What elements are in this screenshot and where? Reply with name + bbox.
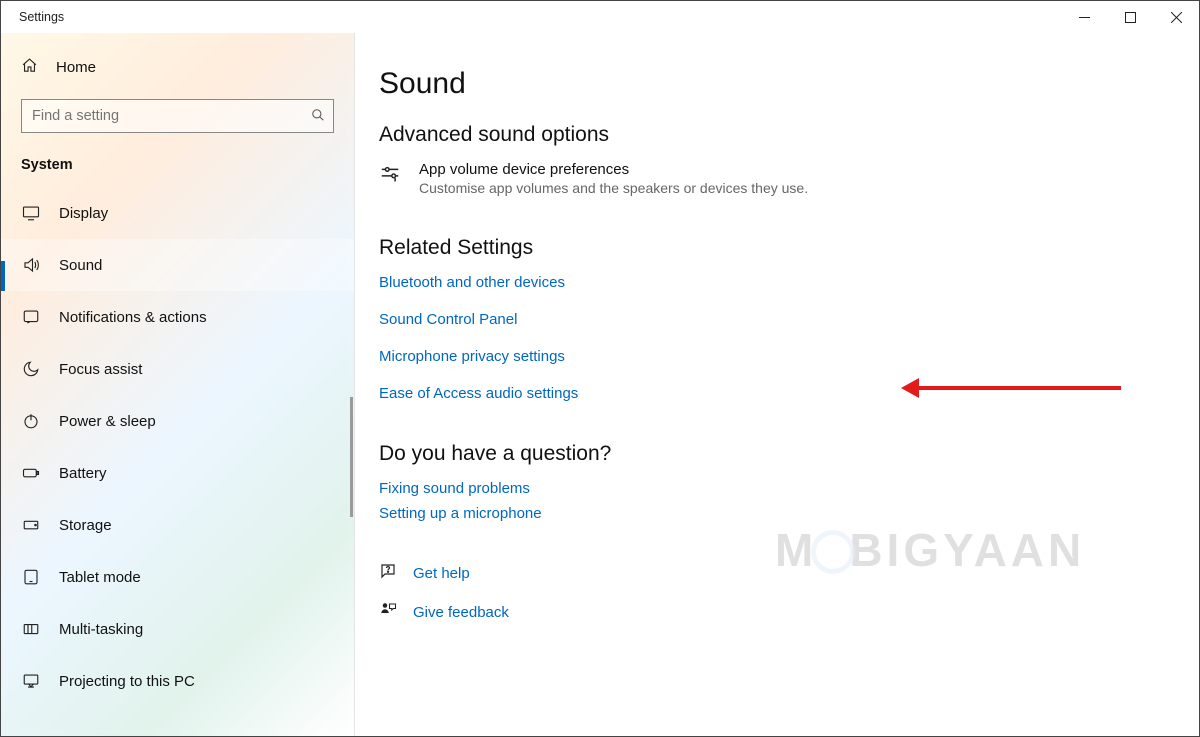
sidebar-item-label: Focus assist bbox=[59, 361, 142, 378]
app-volume-title: App volume device preferences bbox=[419, 161, 808, 178]
question-heading: Do you have a question? bbox=[379, 442, 1159, 466]
titlebar-title: Settings bbox=[19, 10, 64, 24]
link-bluetooth[interactable]: Bluetooth and other devices bbox=[379, 274, 1159, 291]
related-links: Bluetooth and other devices Sound Contro… bbox=[379, 274, 1159, 402]
sidebar-section-label: System bbox=[1, 147, 354, 187]
moon-icon bbox=[21, 360, 41, 378]
link-give-feedback[interactable]: Give feedback bbox=[413, 604, 509, 621]
link-sound-control-panel[interactable]: Sound Control Panel bbox=[379, 311, 1159, 328]
close-icon bbox=[1171, 12, 1182, 23]
app-volume-subtitle: Customise app volumes and the speakers o… bbox=[419, 180, 808, 196]
sidebar-item-storage[interactable]: Storage bbox=[1, 499, 354, 551]
sidebar-item-label: Power & sleep bbox=[59, 413, 156, 430]
notifications-icon bbox=[21, 308, 41, 326]
display-icon bbox=[21, 204, 41, 222]
sliders-icon bbox=[379, 163, 401, 196]
bottom-links: Get help Give feedback bbox=[379, 562, 1159, 624]
sidebar-item-label: Storage bbox=[59, 517, 112, 534]
tablet-icon bbox=[21, 568, 41, 586]
maximize-button[interactable] bbox=[1107, 1, 1153, 33]
content-area: Sound Advanced sound options App volume … bbox=[355, 33, 1199, 736]
maximize-icon bbox=[1125, 12, 1136, 23]
sidebar-nav: Display Sound Notifications & actions Fo… bbox=[1, 187, 354, 707]
sound-icon bbox=[21, 256, 41, 274]
advanced-heading: Advanced sound options bbox=[379, 123, 1159, 147]
sidebar-item-projecting[interactable]: Projecting to this PC bbox=[1, 655, 354, 707]
sidebar-item-notifications[interactable]: Notifications & actions bbox=[1, 291, 354, 343]
search-input-wrap[interactable] bbox=[21, 99, 334, 133]
link-microphone-privacy[interactable]: Microphone privacy settings bbox=[379, 348, 1159, 365]
search-icon bbox=[311, 108, 325, 125]
sidebar-item-tablet-mode[interactable]: Tablet mode bbox=[1, 551, 354, 603]
sidebar-item-battery[interactable]: Battery bbox=[1, 447, 354, 499]
sidebar-home[interactable]: Home bbox=[1, 45, 354, 89]
related-heading: Related Settings bbox=[379, 236, 1159, 260]
home-icon bbox=[21, 57, 38, 78]
page-title: Sound bbox=[379, 67, 1159, 101]
link-fixing-sound[interactable]: Fixing sound problems bbox=[379, 480, 1159, 497]
link-get-help[interactable]: Get help bbox=[413, 565, 470, 582]
feedback-icon bbox=[379, 601, 397, 624]
link-ease-of-access-audio[interactable]: Ease of Access audio settings bbox=[379, 385, 1159, 402]
sidebar-item-label: Tablet mode bbox=[59, 569, 141, 586]
multitask-icon bbox=[21, 620, 41, 638]
sidebar-home-label: Home bbox=[56, 59, 96, 76]
sidebar-item-label: Sound bbox=[59, 257, 102, 274]
minimize-icon bbox=[1079, 12, 1090, 23]
power-icon bbox=[21, 412, 41, 430]
storage-icon bbox=[21, 516, 41, 534]
battery-icon bbox=[21, 464, 41, 482]
sidebar-item-focus-assist[interactable]: Focus assist bbox=[1, 343, 354, 395]
sidebar: Home System Display Sound bbox=[1, 33, 355, 736]
sidebar-item-sound[interactable]: Sound bbox=[1, 239, 354, 291]
sidebar-item-multitasking[interactable]: Multi-tasking bbox=[1, 603, 354, 655]
search-input[interactable] bbox=[32, 108, 311, 124]
app-volume-row[interactable]: App volume device preferences Customise … bbox=[379, 161, 1159, 196]
question-links: Fixing sound problems Setting up a micro… bbox=[379, 480, 1159, 522]
link-setup-microphone[interactable]: Setting up a microphone bbox=[379, 505, 1159, 522]
sidebar-item-power-sleep[interactable]: Power & sleep bbox=[1, 395, 354, 447]
window-controls bbox=[1061, 1, 1199, 33]
project-icon bbox=[21, 672, 41, 690]
sidebar-item-label: Multi-tasking bbox=[59, 621, 143, 638]
sidebar-item-display[interactable]: Display bbox=[1, 187, 354, 239]
sidebar-item-label: Notifications & actions bbox=[59, 309, 207, 326]
minimize-button[interactable] bbox=[1061, 1, 1107, 33]
scrollbar[interactable] bbox=[350, 397, 353, 517]
sidebar-item-label: Battery bbox=[59, 465, 107, 482]
close-button[interactable] bbox=[1153, 1, 1199, 33]
sidebar-item-label: Projecting to this PC bbox=[59, 673, 195, 690]
titlebar: Settings bbox=[1, 1, 1199, 33]
help-icon bbox=[379, 562, 397, 585]
sidebar-item-label: Display bbox=[59, 205, 108, 222]
